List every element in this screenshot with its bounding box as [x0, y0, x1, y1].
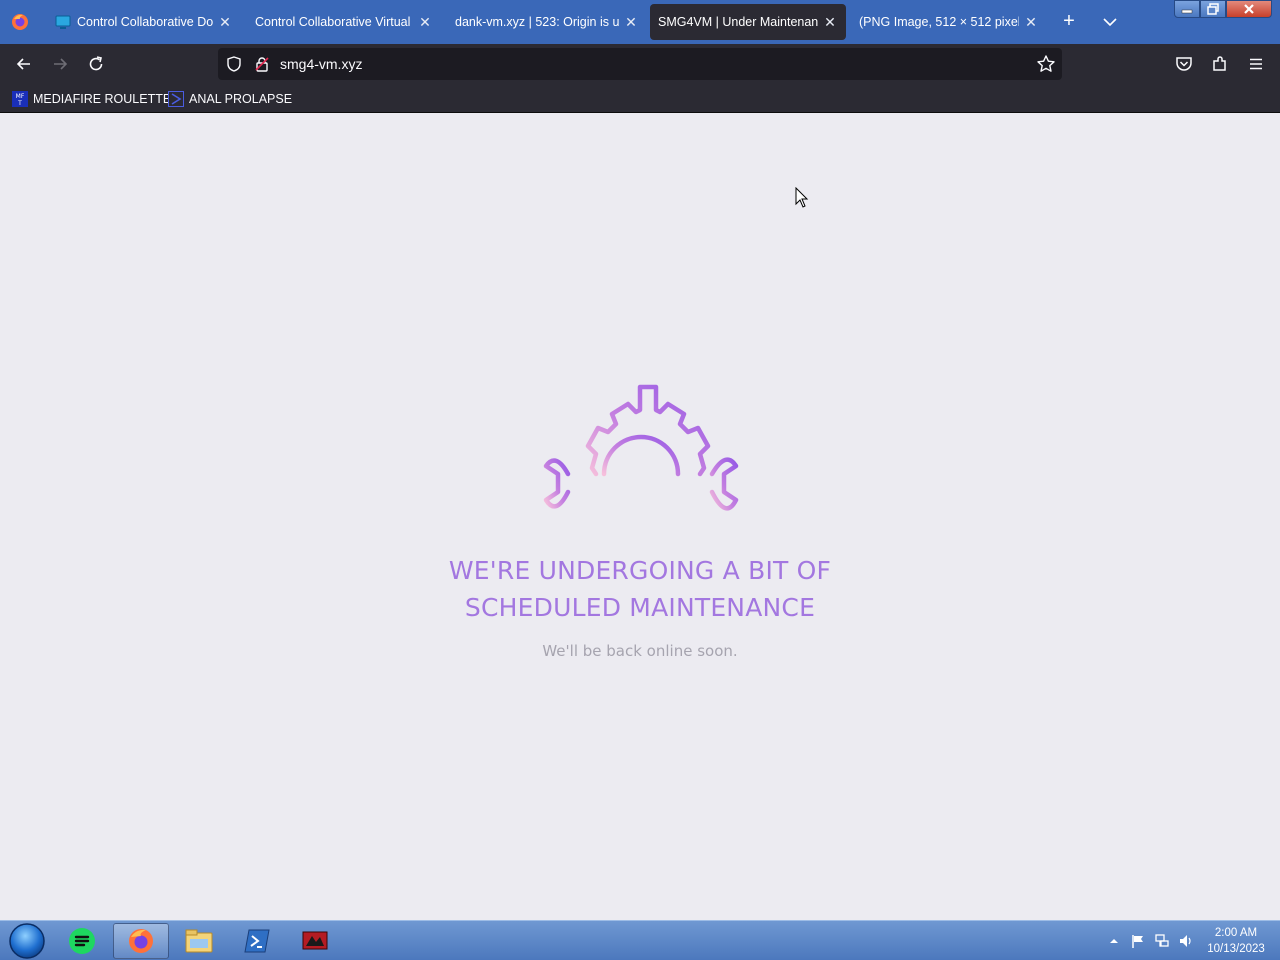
- bookmark-anal-prolapse[interactable]: ANAL PROLAPSE: [168, 89, 292, 109]
- bookmark-star-icon[interactable]: [1036, 54, 1056, 74]
- navigation-toolbar: smg4-vm.xyz: [0, 44, 1280, 84]
- tab-control-collaborative-virtual[interactable]: Control Collaborative Virtual M ✕: [249, 4, 439, 40]
- network-icon[interactable]: [1154, 933, 1170, 949]
- tab-control-collaborative-doc[interactable]: Control Collaborative Doc ✕: [49, 4, 239, 40]
- chevron-down-icon[interactable]: [1100, 12, 1120, 32]
- shield-icon[interactable]: [226, 56, 242, 77]
- minimize-button[interactable]: [1174, 0, 1200, 18]
- clock-date: 10/13/2023: [1207, 943, 1265, 955]
- firefox-icon[interactable]: [113, 923, 169, 959]
- app-icon[interactable]: [287, 923, 343, 959]
- spotify-icon[interactable]: [54, 923, 110, 959]
- tab-png-image[interactable]: (PNG Image, 512 × 512 pixels) ✕: [851, 4, 1047, 40]
- mediafire-icon: MF T: [12, 91, 28, 107]
- tab-title: SMG4VM | Under Maintenance: [658, 15, 818, 29]
- firefox-view-icon[interactable]: [8, 10, 32, 34]
- tab-title: Control Collaborative Doc: [77, 15, 213, 29]
- start-button[interactable]: [6, 923, 46, 959]
- maintenance-heading: WE'RE UNDERGOING A BIT OF SCHEDULED MAIN…: [340, 552, 940, 626]
- extensions-icon[interactable]: [1208, 52, 1232, 76]
- hamburger-menu-icon[interactable]: [1244, 52, 1268, 76]
- close-icon[interactable]: ✕: [822, 14, 838, 30]
- url-text[interactable]: smg4-vm.xyz: [280, 56, 362, 72]
- close-window-button[interactable]: [1226, 0, 1272, 18]
- file-explorer-icon[interactable]: [171, 923, 227, 959]
- volume-icon[interactable]: [1178, 933, 1194, 949]
- heading-line-2: SCHEDULED MAINTENANCE: [464, 593, 816, 622]
- lock-icon[interactable]: [254, 56, 270, 77]
- action-center-flag-icon[interactable]: [1130, 933, 1146, 949]
- heading-line-1: WE'RE UNDERGOING A BIT OF: [448, 556, 832, 585]
- bookmarks-toolbar: MF T MEDIAFIRE ROULETTER ANAL PROLAPSE: [0, 84, 1280, 113]
- system-tray: [1104, 929, 1200, 953]
- close-icon[interactable]: ✕: [417, 14, 433, 30]
- terminal-icon: [168, 91, 184, 107]
- back-button[interactable]: [12, 52, 36, 76]
- mouse-cursor-icon: [795, 186, 809, 209]
- tab-title: (PNG Image, 512 × 512 pixels): [859, 15, 1019, 29]
- gear-wrench-icon: [538, 382, 742, 524]
- maintenance-subtext: We'll be back online soon.: [542, 642, 738, 660]
- svg-text:T: T: [17, 100, 22, 107]
- reload-button[interactable]: [84, 52, 108, 76]
- powershell-icon[interactable]: [229, 923, 285, 959]
- clock[interactable]: 2:00 AM 10/13/2023: [1200, 925, 1272, 957]
- close-icon[interactable]: ✕: [217, 14, 233, 30]
- url-bar[interactable]: smg4-vm.xyz: [218, 48, 1062, 80]
- tab-strip: Control Collaborative Doc ✕ Control Coll…: [0, 0, 1280, 44]
- clock-time: 2:00 AM: [1214, 927, 1258, 939]
- new-tab-button[interactable]: +: [1058, 11, 1080, 33]
- window-controls: [1174, 0, 1272, 18]
- tab-title: dank-vm.xyz | 523: Origin is un: [455, 15, 619, 29]
- close-icon[interactable]: ✕: [623, 14, 639, 30]
- svg-text:MF: MF: [16, 93, 25, 100]
- pocket-icon[interactable]: [1172, 52, 1196, 76]
- tab-smg4vm-active[interactable]: SMG4VM | Under Maintenance ✕: [650, 4, 846, 40]
- bookmark-label: MEDIAFIRE ROULETTER: [33, 92, 181, 106]
- bookmark-mediafire-rouletter[interactable]: MF T MEDIAFIRE ROULETTER: [12, 89, 180, 109]
- monitor-icon: [55, 14, 71, 30]
- forward-button[interactable]: [48, 52, 72, 76]
- show-hidden-icons-icon[interactable]: [1106, 933, 1122, 949]
- tab-title: Control Collaborative Virtual M: [255, 15, 413, 29]
- taskbar: 2:00 AM 10/13/2023: [0, 920, 1280, 960]
- tab-dank-vm[interactable]: dank-vm.xyz | 523: Origin is un ✕: [449, 4, 645, 40]
- close-icon[interactable]: ✕: [1023, 14, 1039, 30]
- maximize-button[interactable]: [1200, 0, 1226, 18]
- maintenance-page: WE'RE UNDERGOING A BIT OF SCHEDULED MAIN…: [0, 114, 1280, 920]
- bookmark-label: ANAL PROLAPSE: [189, 92, 293, 106]
